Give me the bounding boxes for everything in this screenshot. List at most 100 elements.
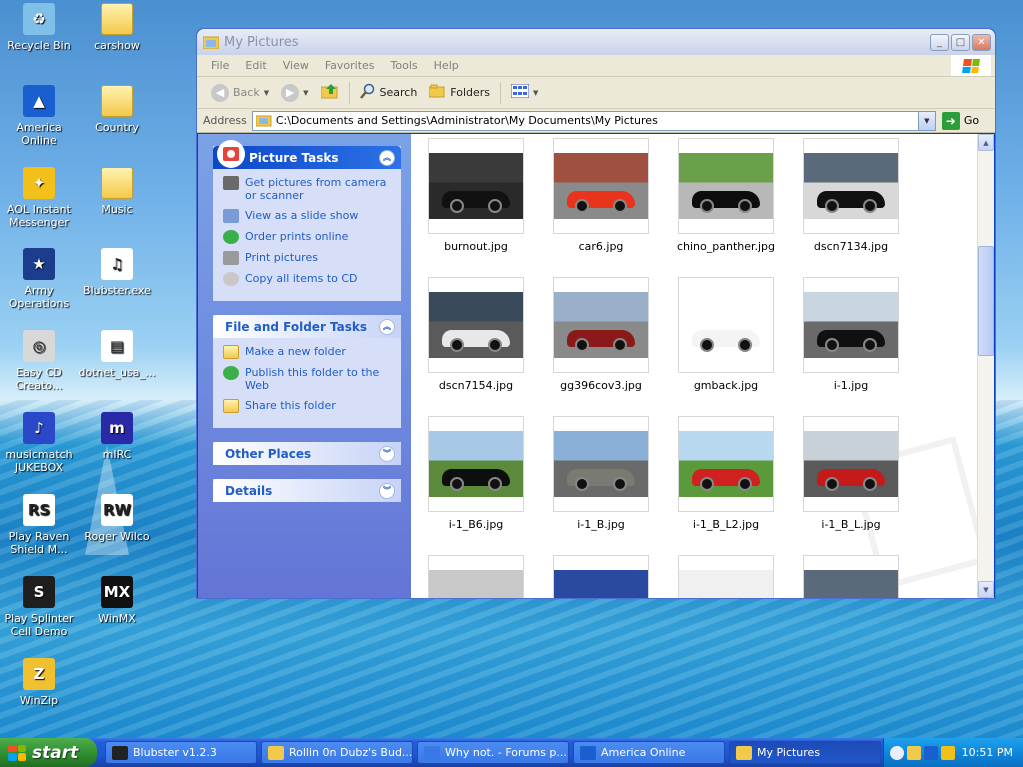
file-name[interactable]: dscn7134.jpg [791, 240, 911, 253]
menu-help[interactable]: Help [426, 59, 467, 72]
collapse-icon[interactable]: ︽ [379, 318, 395, 335]
file-thumbnail[interactable] [678, 138, 774, 234]
menu-favorites[interactable]: Favorites [317, 59, 383, 72]
taskbar-button[interactable]: America Online [573, 741, 725, 764]
file-thumbnail[interactable] [553, 416, 649, 512]
desktop-icon[interactable]: ♻ Recycle Bin [0, 3, 78, 52]
task-copy-cd[interactable]: Copy all items to CD [223, 272, 393, 286]
file-thumbnail[interactable] [428, 416, 524, 512]
desktop-icon[interactable]: S Play Splinter Cell Demo [0, 576, 78, 638]
title-bar[interactable]: My Pictures _ □ ✕ [197, 29, 995, 55]
clock[interactable]: 10:51 PM [962, 746, 1013, 759]
task-print-pictures[interactable]: Print pictures [223, 251, 393, 265]
go-button[interactable]: ➜ Go [941, 111, 979, 130]
file-name[interactable]: gmback.jpg [666, 379, 786, 392]
desktop-icon[interactable]: Z WinZip [0, 658, 78, 707]
menu-edit[interactable]: Edit [237, 59, 274, 72]
close-button[interactable]: ✕ [972, 33, 991, 51]
file-name[interactable]: chino_panther.jpg [666, 240, 786, 253]
file-thumbnail[interactable] [678, 277, 774, 373]
file-thumbnail[interactable] [803, 555, 899, 598]
menu-view[interactable]: View [275, 59, 317, 72]
file-name[interactable]: car6.jpg [541, 240, 661, 253]
taskbar-button[interactable]: Rollin 0n Dubz's Bud... [261, 741, 413, 764]
address-input[interactable]: C:\Documents and Settings\Administrator\… [251, 110, 936, 131]
address-dropdown-button[interactable]: ▼ [917, 111, 935, 130]
file-name[interactable]: i-1_B_L.jpg [791, 518, 911, 531]
details-header[interactable]: Details ︾ [213, 479, 401, 502]
tray-aol-icon[interactable] [924, 745, 938, 760]
task-slide-show[interactable]: View as a slide show [223, 209, 393, 223]
expand-icon[interactable]: ︾ [379, 445, 395, 462]
file-thumbnail[interactable] [553, 138, 649, 234]
desktop-icon[interactable]: ♫ Blubster.exe [78, 248, 156, 297]
minimize-button[interactable]: _ [930, 33, 949, 51]
menu-file[interactable]: File [203, 59, 237, 72]
forward-button[interactable]: ▶ ▼ [275, 80, 314, 106]
explorer-window[interactable]: My Pictures _ □ ✕ File Edit View Favorit… [196, 28, 996, 599]
tray-aim-icon[interactable] [941, 745, 955, 760]
desktop-icon[interactable]: RW Roger Wilco [78, 494, 156, 543]
file-thumbnail[interactable] [553, 555, 649, 598]
desktop-icon[interactable]: carshow [78, 3, 156, 52]
file-thumbnail[interactable] [803, 277, 899, 373]
task-publish-web[interactable]: Publish this folder to the Web [223, 366, 393, 392]
photo-preview [429, 292, 523, 358]
file-name[interactable]: i-1_B.jpg [541, 518, 661, 531]
desktop-icon[interactable]: m mIRC [78, 412, 156, 461]
taskbar-button[interactable]: Blubster v1.2.3 [105, 741, 257, 764]
other-places-header[interactable]: Other Places ︾ [213, 442, 401, 465]
views-button[interactable]: ▼ [505, 80, 544, 106]
taskbar-button[interactable]: My Pictures [729, 741, 881, 764]
desktop-icon[interactable]: MX WinMX [78, 576, 156, 625]
photo-preview [679, 292, 773, 358]
desktop-icon[interactable]: Music [78, 167, 156, 216]
file-thumbnail[interactable] [678, 555, 774, 598]
task-get-pictures[interactable]: Get pictures from camera or scanner [223, 176, 393, 202]
file-thumbnail[interactable] [553, 277, 649, 373]
desktop-icon[interactable]: ◎ Easy CD Creato... [0, 330, 78, 392]
search-button[interactable]: Search [354, 80, 424, 106]
new-folder-icon [223, 345, 239, 359]
file-folder-tasks-header[interactable]: File and Folder Tasks ︽ [213, 315, 401, 338]
tray-chevron-icon[interactable] [890, 745, 904, 760]
file-thumbnail[interactable] [678, 416, 774, 512]
desktop-icon[interactable]: ♪ musicmatch JUKEBOX [0, 412, 78, 474]
task-order-prints[interactable]: Order prints online [223, 230, 393, 244]
file-name[interactable]: i-1.jpg [791, 379, 911, 392]
desktop-icon[interactable]: ▲ America Online [0, 85, 78, 147]
file-thumbnail[interactable] [428, 138, 524, 234]
start-button[interactable]: start [0, 738, 97, 767]
taskbar-button[interactable]: Why not. - Forums p... [417, 741, 569, 764]
desktop-icon[interactable]: ▤ dotnet_usa_... [78, 330, 156, 379]
scroll-down-button[interactable]: ▼ [978, 581, 994, 598]
desktop-icon[interactable]: ★ Army Operations [0, 248, 78, 310]
file-name[interactable]: gg396cov3.jpg [541, 379, 661, 392]
desktop-icon[interactable]: RS Play Raven Shield M... [0, 494, 78, 556]
picture-tasks-header[interactable]: Picture Tasks ︽ [213, 139, 401, 169]
file-name[interactable]: i-1_B_L2.jpg [666, 518, 786, 531]
maximize-button[interactable]: □ [951, 33, 970, 51]
file-name[interactable]: dscn7154.jpg [416, 379, 536, 392]
desktop-icon-image: S [23, 576, 55, 608]
desktop-icon[interactable]: ✦ AOL Instant Messenger [0, 167, 78, 229]
vertical-scrollbar[interactable]: ▲ ▼ [977, 134, 994, 598]
desktop-icon[interactable]: Country [78, 85, 156, 134]
collapse-icon[interactable]: ︽ [379, 149, 395, 166]
file-name[interactable]: burnout.jpg [416, 240, 536, 253]
expand-icon[interactable]: ︾ [379, 482, 395, 499]
task-share-folder[interactable]: Share this folder [223, 399, 393, 413]
file-name[interactable]: i-1_B6.jpg [416, 518, 536, 531]
up-folder-button[interactable] [315, 80, 345, 106]
back-button[interactable]: ◀ Back ▼ [205, 80, 275, 106]
scroll-thumb[interactable] [978, 246, 994, 356]
file-thumbnail[interactable] [803, 416, 899, 512]
folders-button[interactable]: Folders [423, 80, 496, 106]
task-new-folder[interactable]: Make a new folder [223, 345, 393, 359]
file-thumbnail[interactable] [803, 138, 899, 234]
file-thumbnail[interactable] [428, 555, 524, 598]
menu-tools[interactable]: Tools [383, 59, 426, 72]
scroll-up-button[interactable]: ▲ [978, 134, 994, 151]
file-thumbnail[interactable] [428, 277, 524, 373]
tray-network-icon[interactable] [907, 745, 921, 760]
